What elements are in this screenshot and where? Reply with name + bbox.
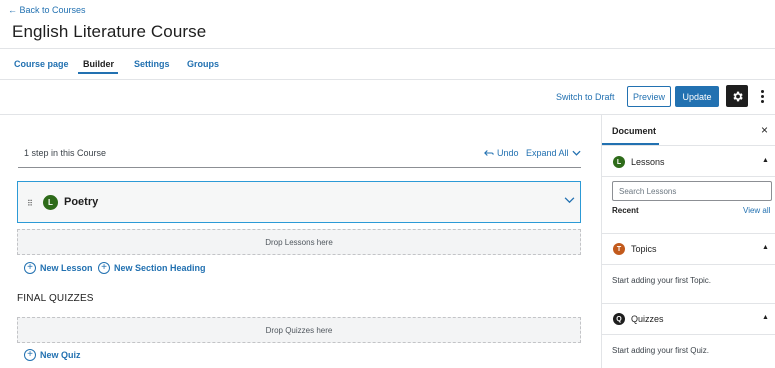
undo-label: Undo	[497, 148, 519, 158]
final-quizzes-heading: FINAL QUIZZES	[17, 293, 94, 304]
preview-button[interactable]: Preview	[627, 86, 671, 107]
chevron-down-icon	[571, 150, 581, 156]
divider	[602, 264, 775, 265]
new-section-label: New Section Heading	[114, 263, 206, 273]
expand-all-button[interactable]: Expand All	[526, 148, 581, 158]
new-lesson-label: New Lesson	[40, 263, 93, 273]
divider	[18, 167, 581, 168]
back-to-courses-link[interactable]: ← Back to Courses	[8, 5, 86, 15]
divider	[602, 334, 775, 335]
lesson-row[interactable]: ⠿ L Poetry	[17, 181, 581, 223]
tab-document[interactable]: Document	[612, 126, 656, 136]
quizzes-panel-header[interactable]: Q Quizzes	[613, 313, 664, 325]
tab-course-page[interactable]: Course page	[14, 59, 69, 69]
tab-groups[interactable]: Groups	[187, 59, 219, 69]
lessons-panel-title: Lessons	[631, 157, 665, 167]
vertical-ellipsis-icon	[760, 90, 764, 93]
new-quiz-label: New Quiz	[40, 350, 81, 360]
drag-handle-icon[interactable]: ⠿	[27, 199, 33, 208]
quiz-badge: Q	[613, 313, 625, 325]
new-lesson-button[interactable]: + New Lesson	[24, 262, 93, 274]
gear-icon	[732, 91, 743, 101]
drop-quizzes-zone[interactable]: Drop Quizzes here	[17, 317, 581, 343]
update-button[interactable]: Update	[675, 86, 719, 107]
quizzes-panel-title: Quizzes	[631, 314, 664, 324]
search-lessons-input[interactable]	[612, 181, 772, 201]
chevron-up-icon[interactable]: ▲	[762, 157, 769, 164]
page-title: English Literature Course	[12, 22, 207, 41]
divider	[602, 176, 775, 177]
new-quiz-button[interactable]: + New Quiz	[24, 349, 81, 361]
undo-icon	[484, 150, 494, 156]
plus-circle-icon: +	[24, 262, 36, 274]
recent-tab[interactable]: Recent	[612, 206, 639, 215]
quizzes-empty-message: Start adding your first Quiz.	[612, 346, 709, 355]
topics-panel-header[interactable]: T Topics	[613, 243, 657, 255]
switch-to-draft-link[interactable]: Switch to Draft	[556, 92, 615, 102]
topic-badge: T	[613, 243, 625, 255]
lesson-badge: L	[613, 156, 625, 168]
drop-lessons-zone[interactable]: Drop Lessons here	[17, 229, 581, 255]
steps-count: 1 step in this Course	[24, 148, 107, 158]
topics-empty-message: Start adding your first Topic.	[612, 276, 712, 285]
divider	[0, 48, 775, 49]
expand-all-label: Expand All	[526, 148, 569, 158]
lessons-panel-header[interactable]: L Lessons	[613, 156, 665, 168]
chevron-up-icon[interactable]: ▲	[762, 244, 769, 251]
plus-circle-icon: +	[98, 262, 110, 274]
divider	[0, 79, 775, 80]
lesson-badge: L	[43, 195, 58, 210]
chevron-up-icon[interactable]: ▲	[762, 314, 769, 321]
chevron-down-icon[interactable]	[564, 196, 575, 204]
divider	[602, 233, 775, 234]
topics-panel-title: Topics	[631, 244, 657, 254]
undo-button[interactable]: Undo	[484, 148, 519, 158]
tab-builder[interactable]: Builder	[83, 59, 114, 69]
close-icon[interactable]: ×	[761, 123, 768, 137]
tab-settings[interactable]: Settings	[134, 59, 170, 69]
divider	[602, 145, 775, 146]
divider	[602, 303, 775, 304]
active-tab-indicator	[78, 72, 118, 74]
view-all-link[interactable]: View all	[743, 206, 770, 215]
lesson-title[interactable]: Poetry	[64, 196, 98, 208]
plus-circle-icon: +	[24, 349, 36, 361]
document-sidebar: Document × L Lessons ▲ Recent View all T…	[601, 115, 775, 368]
new-section-heading-button[interactable]: + New Section Heading	[98, 262, 206, 274]
settings-button[interactable]	[726, 85, 748, 107]
more-options-button[interactable]	[756, 86, 768, 107]
